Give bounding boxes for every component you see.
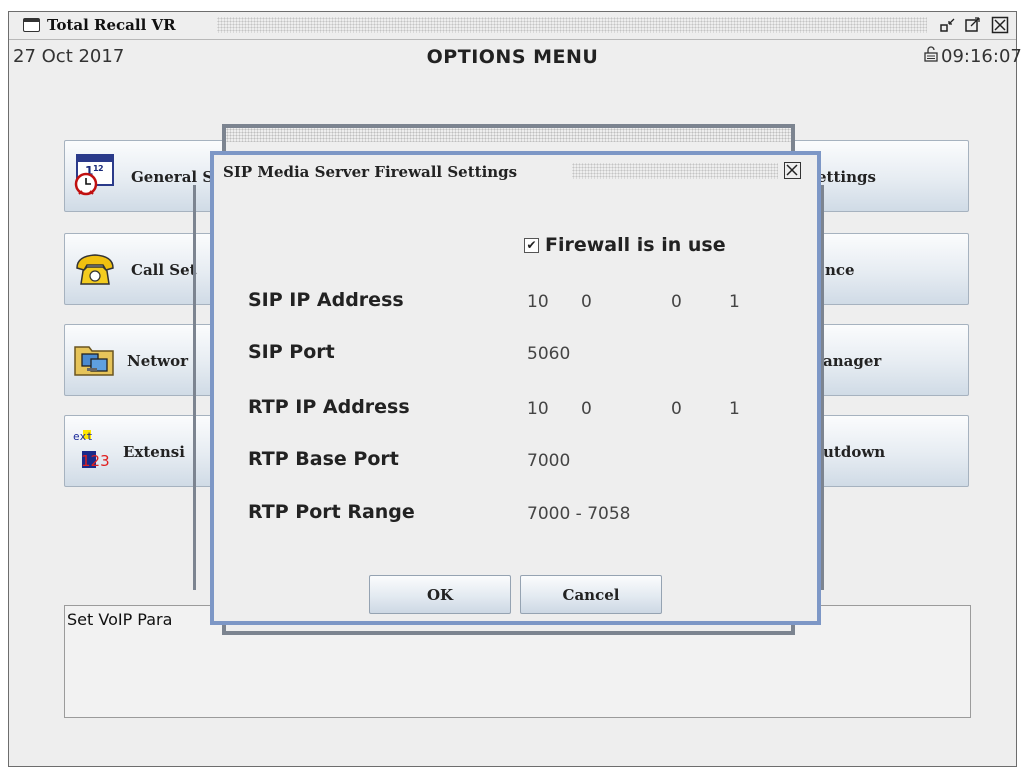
sip-ip-octet-3[interactable]: 0 (671, 292, 682, 312)
cancel-button[interactable]: Cancel (520, 575, 662, 614)
network-computer-icon (73, 337, 117, 381)
svg-text:2: 2 (98, 164, 104, 173)
ext-icon-text: ext (73, 430, 93, 443)
rtp-port-range-value: 7000 - 7058 (527, 504, 631, 524)
firewall-label: Firewall is in use (545, 234, 726, 256)
right-menu-label-1: ettings (817, 168, 876, 186)
lock-icon (923, 46, 939, 67)
dialog-title: SIP Media Server Firewall Settings (223, 163, 518, 181)
app-window-icon (23, 18, 40, 32)
calendar-clock-icon: 1 1 2 (73, 153, 117, 197)
dialog-body: ✔ Firewall is in use SIP IP Address 10 0… (218, 188, 813, 621)
sip-ip-label: SIP IP Address (248, 289, 404, 311)
rtp-base-port-field[interactable]: 7000 (527, 451, 570, 471)
rtp-ip-octet-4[interactable]: 1 (729, 399, 740, 419)
general-settings-label: General S (131, 168, 214, 186)
extension-icon: ext 123 (73, 428, 117, 472)
telephone-icon (73, 246, 117, 290)
sip-port-field[interactable]: 5060 (527, 344, 570, 364)
rtp-ip-octet-3[interactable]: 0 (671, 399, 682, 419)
firewall-settings-dialog: SIP Media Server Firewall Settings ✔ Fir… (210, 151, 821, 625)
title-bar-texture (217, 17, 927, 33)
dialog-title-bar[interactable]: SIP Media Server Firewall Settings (214, 155, 817, 188)
sip-ip-octet-1[interactable]: 10 (527, 292, 549, 312)
maximize-icon[interactable] (963, 16, 983, 34)
minimize-icon[interactable] (938, 16, 958, 34)
extensions-label: Extensi (123, 443, 185, 461)
close-icon[interactable] (990, 16, 1010, 34)
right-menu-label-4: utdown (823, 443, 886, 461)
ext-icon-number: 123 (81, 452, 110, 470)
right-menu-label-3: anager (823, 352, 882, 370)
sip-port-label: SIP Port (248, 341, 335, 363)
sip-ip-octet-2[interactable]: 0 (581, 292, 592, 312)
page-title: OPTIONS MENU (426, 46, 599, 68)
rtp-ip-label: RTP IP Address (248, 396, 410, 418)
status-text: Set VoIP Para (67, 610, 173, 629)
ok-button[interactable]: OK (369, 575, 511, 614)
dialog-title-texture (572, 163, 778, 179)
rtp-ip-octet-2[interactable]: 0 (581, 399, 592, 419)
right-menu-label-2: nce (825, 261, 855, 279)
firewall-checkbox[interactable]: ✔ (524, 237, 539, 253)
clock: 09:16:07 (923, 46, 1022, 67)
network-label: Networ (127, 352, 189, 370)
background-dialog-title-texture (226, 128, 791, 142)
rtp-base-port-label: RTP Base Port (248, 448, 399, 470)
call-settings-label: Call Set (131, 261, 197, 279)
app-title: Total Recall VR (47, 16, 176, 34)
time-label: 09:16:07 (941, 46, 1022, 67)
title-bar[interactable]: Total Recall VR (9, 12, 1016, 40)
dialog-close-icon[interactable] (784, 162, 801, 179)
firewall-toggle[interactable]: ✔ Firewall is in use (524, 234, 726, 256)
sip-ip-octet-4[interactable]: 1 (729, 292, 740, 312)
rtp-port-range-label: RTP Port Range (248, 501, 415, 523)
rtp-ip-octet-1[interactable]: 10 (527, 399, 549, 419)
